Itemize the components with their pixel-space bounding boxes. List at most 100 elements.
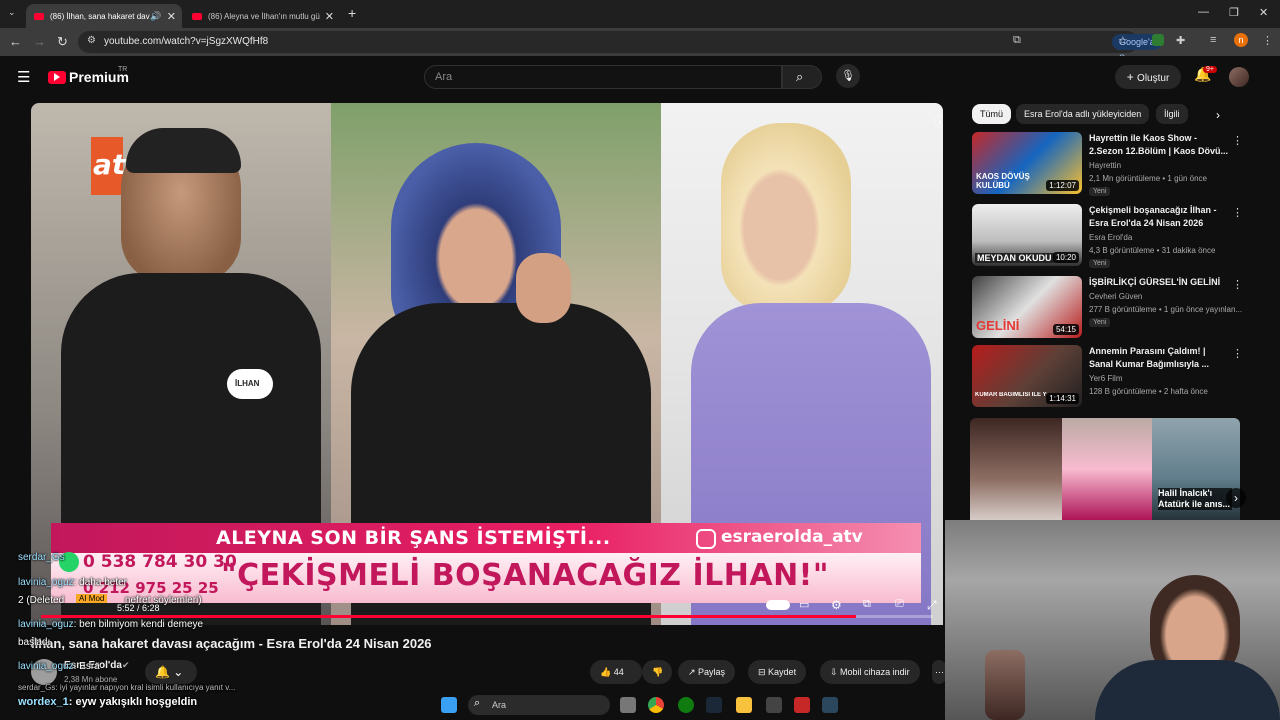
more-options-icon[interactable]: ⋮ [1232, 206, 1243, 219]
chip-related[interactable]: İlgili [1156, 104, 1188, 124]
recommended-video[interactable]: KAOS DÖVÜŞ KULÜBÜ 1:12:07 Hayrettin ile … [972, 132, 1243, 198]
caption-quote: "ÇEKİŞMELİ BOŞANACAĞIZ İLHAN!" [221, 558, 829, 593]
shelf-thumbnail-1[interactable] [970, 418, 1062, 520]
more-actions-button[interactable]: ⋯ [932, 660, 946, 684]
thumbnail-text: KAOS DÖVÜŞ KULÜBÜ [976, 172, 1030, 190]
video-duration: 1:14:31 [1046, 393, 1079, 404]
windows-start-icon[interactable] [441, 697, 457, 713]
extension-icon[interactable] [1152, 34, 1164, 46]
more-options-icon[interactable]: ⋮ [1232, 278, 1243, 291]
share-icon: ↗ [688, 667, 699, 677]
recommended-video[interactable]: GELİNİ 54:15 İŞBİRLİKÇİ GÜRSEL'İN GELİNİ… [972, 276, 1243, 342]
download-icon: ⇩ [830, 667, 841, 677]
minimize-icon[interactable]: — [1198, 6, 1209, 18]
channel-name[interactable]: Cevheri Güven [1089, 292, 1142, 301]
chat-user: lavinia_oguz [18, 577, 74, 588]
like-count: 44 [613, 667, 624, 677]
video-thumbnail[interactable]: KAOS DÖVÜŞ KULÜBÜ 1:12:07 [972, 132, 1082, 194]
instagram-icon [696, 529, 716, 549]
steam-icon-2[interactable] [822, 697, 838, 713]
browser-tab[interactable]: (86) Aleyna ve İlhan'ın mutlu gü ✕ [184, 4, 340, 28]
subscribe-bell-button[interactable]: 🔔 ⌄ [145, 660, 197, 684]
video-title[interactable]: İŞBİRLİKÇİ GÜRSEL'İN GELİNİ [1089, 276, 1229, 289]
dislike-button[interactable]: 👎 [642, 660, 672, 684]
more-options-icon[interactable]: ⋮ [1232, 134, 1243, 147]
bookmark-star-icon[interactable]: ☆ [1118, 34, 1128, 47]
subtitles-icon[interactable]: ▭ [799, 598, 809, 611]
download-label: Mobil cihaza indir [840, 667, 910, 677]
shelf-thumbnail-2[interactable] [1062, 418, 1152, 520]
task-view-icon[interactable] [620, 697, 636, 713]
back-icon[interactable]: ← [9, 34, 22, 49]
progress-bar-played [41, 615, 856, 618]
video-title[interactable]: Hayrettin ile Kaos Show - 2.Sezon 12.Böl… [1089, 132, 1229, 158]
video-title[interactable]: Çekişmeli boşanacağız İlhan - Esra Erol'… [1089, 204, 1229, 230]
reload-icon[interactable]: ↻ [57, 34, 68, 50]
video-thumbnail[interactable]: KUMAR BAĞIMLISI İLE YÜZLEŞTİM 1:14:31 [972, 345, 1082, 407]
autoplay-toggle-icon[interactable] [766, 600, 790, 610]
video-player[interactable]: atv İLHAN ALEYNA SON BİR ŞANS İSTEMİŞTİ.… [31, 103, 943, 625]
install-app-icon[interactable]: ⧉ [1013, 34, 1021, 47]
profile-avatar[interactable]: n [1234, 33, 1248, 47]
voice-search-icon[interactable]: 🎙 [836, 64, 860, 88]
new-tab-icon[interactable]: + [348, 5, 356, 21]
more-options-icon[interactable]: ⋮ [1232, 347, 1243, 360]
xbox-icon[interactable] [678, 697, 694, 713]
chip-uploader[interactable]: Esra Erol'da adlı yükleyiciden [1016, 104, 1150, 124]
info-icon[interactable]: ⓘ [934, 113, 943, 130]
browser-tab-active[interactable]: (86) İlhan, sana hakaret dav 🔊 ✕ [26, 4, 182, 28]
chat-message: wordex_1: eyw yakışıklı hoşgeldin [18, 696, 198, 708]
close-tab-icon[interactable]: ✕ [167, 10, 176, 23]
channel-name[interactable]: Esra Erol'da [1089, 233, 1132, 242]
chips-next-icon[interactable]: › [1216, 108, 1220, 122]
chip-all[interactable]: Tümü [972, 104, 1012, 124]
site-info-icon[interactable]: ⚙ [87, 35, 96, 46]
restore-icon[interactable]: ❐ [1229, 6, 1239, 19]
like-button[interactable]: 👍 44 [590, 660, 642, 684]
share-button[interactable]: ↗ Paylaş [678, 660, 736, 684]
account-avatar[interactable] [1229, 67, 1249, 87]
app-icon[interactable] [766, 697, 782, 713]
channel-name[interactable]: Yer6 Film [1089, 374, 1123, 383]
channel-name[interactable]: Hayrettin [1089, 161, 1121, 170]
share-label: Paylaş [698, 667, 726, 677]
settings-gear-icon[interactable]: ⚙ [831, 598, 842, 612]
download-button[interactable]: ⇩ Mobil cihaza indir [820, 660, 920, 684]
hamburger-menu-icon[interactable]: ☰ [17, 68, 30, 86]
video-thumbnail[interactable]: MEYDAN OKUDU 10:20 [972, 204, 1082, 266]
close-window-icon[interactable]: ✕ [1259, 6, 1268, 19]
fullscreen-icon[interactable]: ⤢ [927, 598, 937, 613]
steam-icon[interactable] [706, 697, 722, 713]
recommended-video[interactable]: MEYDAN OKUDU 10:20 Çekişmeli boşanacağız… [972, 204, 1243, 270]
youtube-header: ☰ Premium TR Ara ⌕ 🎙 + Oluştur 🔔 9+ [0, 56, 1280, 100]
region-code: TR [118, 66, 128, 73]
new-badge: Yeni [1089, 318, 1111, 327]
tab-title: (86) Aleyna ve İlhan'ın mutlu gü [208, 11, 320, 21]
extensions-puzzle-icon[interactable]: ✚ [1176, 34, 1185, 47]
search-button[interactable]: ⌕ [782, 65, 822, 89]
chat-message: lavinia_oguz: Esra [18, 661, 100, 672]
create-button[interactable]: + Oluştur [1115, 65, 1181, 89]
shelf-next-icon[interactable]: › [1226, 488, 1246, 508]
forward-icon[interactable]: → [33, 34, 46, 49]
chat-message: lavinia_oguz: daha beter [18, 577, 127, 588]
thumbnail-text: GELİNİ [976, 318, 1020, 333]
file-explorer-icon[interactable] [736, 697, 752, 713]
miniplayer-icon[interactable]: ⧉ [863, 598, 871, 611]
close-tab-icon[interactable]: ✕ [325, 10, 334, 23]
url-field[interactable]: ⚙ youtube.com/watch?v=jSgzXWQfHf8 ⧉ Goog… [78, 31, 1162, 63]
media-control-icon[interactable]: ≡ [1210, 34, 1216, 46]
tab-list-dropdown-icon[interactable]: ⌄ [8, 7, 16, 18]
recommended-video[interactable]: KUMAR BAĞIMLISI İLE YÜZLEŞTİM 1:14:31 An… [972, 345, 1243, 411]
cast-icon[interactable]: ⎚ [895, 598, 904, 611]
search-input[interactable]: Ara [424, 65, 782, 89]
save-button[interactable]: ⊟ Kaydet [748, 660, 807, 684]
taskbar-search[interactable]: Ara [468, 695, 610, 715]
plus-icon: + [1126, 70, 1138, 84]
chrome-menu-icon[interactable]: ⋮ [1262, 34, 1273, 47]
chrome-icon[interactable] [648, 697, 664, 713]
app-red-icon[interactable] [794, 697, 810, 713]
video-title[interactable]: Annemin Parasını Çaldım! | Sanal Kumar B… [1089, 345, 1229, 371]
video-thumbnail[interactable]: GELİNİ 54:15 [972, 276, 1082, 338]
new-badge: Yeni [1089, 259, 1111, 268]
